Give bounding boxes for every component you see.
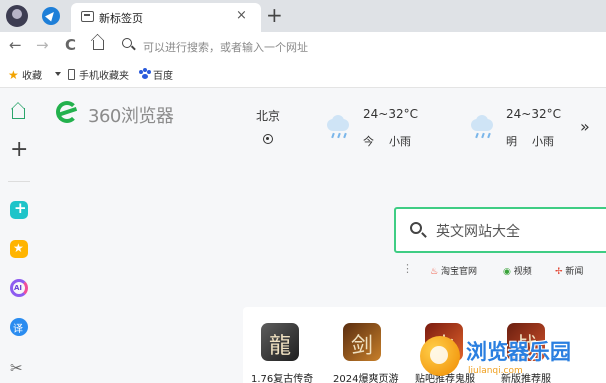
tab-title: 新标签页 <box>99 12 143 25</box>
star-icon: ★ <box>8 68 19 82</box>
location-icon[interactable] <box>263 134 273 144</box>
hot-link-news[interactable]: ✢ 新闻 <box>555 264 583 277</box>
watermark-logo-icon <box>420 336 460 376</box>
baidu-icon <box>139 68 151 79</box>
rain-cloud-icon <box>468 115 496 139</box>
sidebar-divider <box>8 181 30 182</box>
compass-app-icon[interactable] <box>42 7 60 25</box>
sidebar-home-icon[interactable] <box>12 108 25 119</box>
watermark-text: 浏览器乐园 <box>466 340 571 364</box>
bookmarks-bar: ★ 收藏 手机收藏夹 百度 <box>0 60 606 88</box>
address-toolbar: ← → C 可以进行搜索，或者输入一个网址 <box>0 32 606 60</box>
user-avatar[interactable] <box>6 5 28 27</box>
hot-link-video[interactable]: ◉ 视频 <box>503 264 532 277</box>
weather-today-temp: 24~32°C <box>363 107 418 121</box>
weather-tomorrow-label: 明 <box>506 135 517 148</box>
game-sword-icon: 剑 <box>343 323 381 361</box>
address-input[interactable]: 可以进行搜索，或者输入一个网址 <box>143 39 308 55</box>
weather-tomorrow-temp: 24~32°C <box>506 107 561 121</box>
left-sidebar: + ✂ <box>0 89 38 383</box>
more-vertical-icon[interactable]: ⋮ <box>402 262 413 275</box>
bookmark-mobile-favorites[interactable]: 手机收藏夹 <box>79 67 129 82</box>
sidebar-add-icon[interactable]: + <box>10 139 28 161</box>
search-input[interactable]: 英文网站大全 <box>436 221 520 241</box>
rain-cloud-icon <box>324 115 352 139</box>
sidebar-translate-icon[interactable] <box>10 318 28 336</box>
fire-icon: ♨ <box>430 267 439 277</box>
bookmark-favorites[interactable]: ★ 收藏 <box>8 67 42 82</box>
site-watermark: 浏览器乐园 liulanqi.com <box>418 322 606 383</box>
weather-city[interactable]: 北京 <box>256 107 280 124</box>
game-dragon-icon: 龍 <box>261 323 299 361</box>
home-button[interactable] <box>93 40 104 50</box>
hot-link-taobao[interactable]: ♨ 淘宝官网 <box>430 264 477 277</box>
game-label: 2024爆爽页游 <box>333 374 399 383</box>
game-label: 1.76复古传奇 <box>251 374 314 383</box>
address-bar[interactable]: 可以进行搜索，或者输入一个网址 <box>117 35 602 57</box>
video-icon: ◉ <box>503 267 511 277</box>
favorites-label: 收藏 <box>21 71 42 82</box>
search-icon <box>122 38 132 48</box>
sidebar-ai-icon[interactable] <box>10 279 28 297</box>
hot-link-label: 淘宝官网 <box>440 267 477 277</box>
weather-tomorrow-condition: 小雨 <box>532 135 554 148</box>
weather-today-label: 今 <box>363 135 374 148</box>
weather-more-button[interactable]: » <box>580 117 590 136</box>
new-tab-button[interactable]: + <box>266 3 283 27</box>
sidebar-scissors-icon[interactable]: ✂ <box>10 359 28 377</box>
close-tab-icon[interactable]: × <box>236 8 247 23</box>
tab-new-tab[interactable]: 新标签页 × <box>71 3 261 32</box>
browser-logo-text: 360浏览器 <box>88 106 174 127</box>
tab-page-icon <box>81 11 94 22</box>
hot-link-label: 新闻 <box>565 267 584 277</box>
tab-bar: 新标签页 × + <box>0 0 606 32</box>
sidebar-app-plus-icon[interactable] <box>10 199 28 219</box>
360-logo-icon <box>54 97 82 127</box>
search-icon <box>410 222 422 234</box>
search-box[interactable]: 英文网站大全 <box>394 207 606 253</box>
hot-link-label: 视频 <box>513 267 532 277</box>
watermark-url: liulanqi.com <box>468 366 523 376</box>
chevron-down-icon[interactable] <box>55 72 61 76</box>
back-button[interactable]: ← <box>9 36 22 54</box>
weather-today-condition: 小雨 <box>389 135 411 148</box>
reload-button[interactable]: C <box>65 36 76 54</box>
forward-button[interactable]: → <box>36 36 49 54</box>
bookmark-baidu[interactable]: 百度 <box>153 67 173 82</box>
phone-icon <box>68 69 75 80</box>
news-icon: ✢ <box>555 267 563 277</box>
sidebar-star-icon[interactable] <box>10 240 28 258</box>
